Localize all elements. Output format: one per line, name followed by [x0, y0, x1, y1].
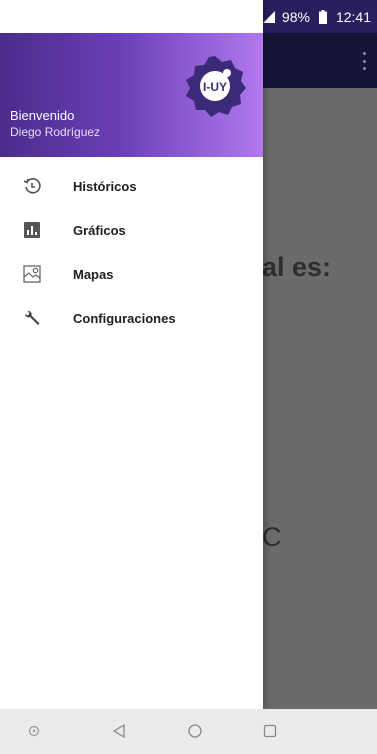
user-name: Diego Rodríguez: [10, 125, 101, 139]
welcome-label: Bienvenido: [10, 108, 75, 123]
drawer-item-mapas[interactable]: Mapas: [0, 252, 263, 296]
battery-percent: 98%: [281, 8, 310, 25]
drawer-item-label: Configuraciones: [73, 310, 176, 326]
drawer-item-label: Históricos: [73, 178, 137, 194]
overflow-menu-icon[interactable]: [361, 52, 367, 70]
logo-text: I-UY: [203, 80, 227, 94]
app-value: C: [262, 522, 282, 552]
drawer-item-historicos[interactable]: Históricos: [0, 164, 263, 208]
map-icon: [21, 263, 43, 285]
drawer-menu: Históricos Gráficos Mapas Configuracione…: [0, 164, 263, 340]
drawer-item-label: Gráficos: [73, 222, 126, 238]
drawer-item-configuraciones[interactable]: Configuraciones: [0, 296, 263, 340]
recents-icon[interactable]: [260, 721, 280, 741]
signal-icon: [262, 10, 276, 24]
back-icon[interactable]: [109, 721, 129, 741]
chart-icon: [21, 219, 43, 241]
drawer-item-graficos[interactable]: Gráficos: [0, 208, 263, 252]
system-nav-bar: [0, 709, 377, 754]
app-logo: I-UY: [182, 53, 248, 119]
history-icon: [21, 175, 43, 197]
home-icon[interactable]: [185, 721, 205, 741]
wrench-icon: [21, 307, 43, 329]
drawer-header: I-UY Bienvenido Diego Rodríguez: [0, 33, 263, 157]
navigation-drawer: I-UY Bienvenido Diego Rodríguez Históric…: [0, 0, 263, 709]
drawer-item-label: Mapas: [73, 266, 114, 282]
app-heading: al es:: [262, 252, 332, 282]
extra-circle-icon[interactable]: [24, 721, 44, 741]
battery-icon: [316, 9, 330, 24]
clock: 12:41: [335, 8, 371, 25]
